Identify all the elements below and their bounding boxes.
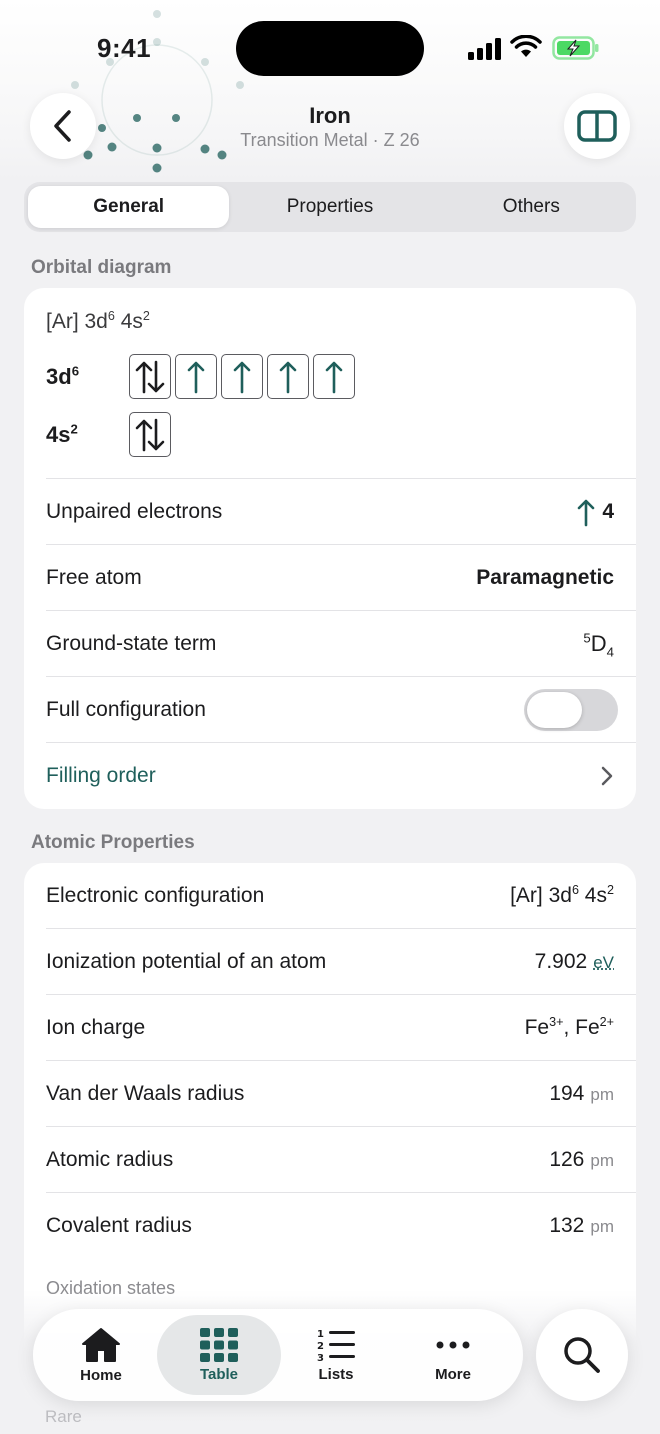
electronic-configuration-row: Electronic configuration [Ar] 3d6 4s2: [46, 863, 614, 929]
tab-lists[interactable]: 1 2 3 Lists: [276, 1309, 396, 1401]
orbital-box: [175, 354, 217, 399]
covalent-radius-row: Covalent radius 132 pm: [46, 1193, 614, 1259]
covalent-radius-value: 132 pm: [549, 1214, 614, 1237]
svg-text:3: 3: [317, 1353, 324, 1362]
unpaired-electrons-label: Unpaired electrons: [46, 500, 223, 523]
ion-charge-value: Fe3+, Fe2+: [524, 1015, 614, 1039]
orbital-boxes-3d: [129, 354, 355, 399]
split-view-icon: [577, 110, 617, 142]
wifi-icon: [510, 35, 542, 57]
up-down-arrows-icon: [135, 360, 165, 393]
search-button[interactable]: [536, 1309, 628, 1401]
van-der-waals-radius-value: 194 pm: [549, 1082, 614, 1105]
up-arrow-icon: [578, 499, 595, 527]
electronic-configuration-value: [Ar] 3d6 4s2: [510, 883, 614, 907]
tab-bar: Home Table 1 2 3 Lists More: [33, 1309, 523, 1401]
ground-state-term-value: 5D4: [583, 630, 614, 660]
orbital-box: [267, 354, 309, 399]
rare-label: Rare: [45, 1407, 82, 1426]
toggle-knob: [527, 692, 582, 728]
search-icon: [564, 1337, 600, 1373]
ion-charge-label: Ion charge: [46, 1016, 146, 1039]
up-arrow-icon: [187, 361, 205, 393]
tab-general[interactable]: General: [28, 186, 230, 228]
house-icon: [82, 1327, 120, 1362]
van-der-waals-radius-label: Van der Waals radius: [46, 1082, 245, 1105]
free-atom-value: Paramagnetic: [476, 566, 614, 589]
unpaired-electrons-row: Unpaired electrons 4: [46, 479, 614, 545]
numbered-list-icon: 1 2 3: [317, 1329, 355, 1362]
full-configuration-row: Full configuration: [46, 677, 618, 743]
page-title: Iron: [309, 103, 351, 128]
ellipsis-icon: [436, 1341, 470, 1348]
svg-text:1: 1: [317, 1329, 324, 1340]
orbital-box: [129, 354, 171, 399]
ionization-unit-link[interactable]: eV: [593, 953, 614, 973]
orbital-box: [313, 354, 355, 399]
page-subtitle: Transition Metal · Z 26: [240, 130, 420, 150]
unpaired-electrons-value: 4: [576, 497, 614, 527]
orbital-boxes-4s: [129, 412, 171, 457]
ground-state-term-row: Ground-state term 5D4: [46, 611, 614, 677]
filling-order-link[interactable]: Filling order: [46, 764, 156, 788]
orbital-label-3d: 3d6: [46, 363, 80, 389]
up-down-arrows-icon: [135, 418, 165, 451]
ionization-potential-label: Ionization potential of an atom: [46, 950, 327, 973]
atomic-radius-label: Atomic radius: [46, 1148, 174, 1171]
orbital-section-title: Orbital diagram: [31, 257, 172, 278]
svg-text:2: 2: [317, 1341, 324, 1352]
battery-charging-icon: [552, 36, 599, 60]
orbital-box: [221, 354, 263, 399]
grid-icon: [200, 1327, 238, 1362]
status-time: 9:41: [97, 33, 152, 63]
filling-order-row[interactable]: Filling order: [46, 743, 614, 809]
electronic-configuration-label: Electronic configuration: [46, 884, 265, 907]
covalent-radius-label: Covalent radius: [46, 1214, 192, 1237]
segmented-tabs: General Properties Others: [24, 182, 636, 232]
tab-others[interactable]: Others: [431, 186, 632, 228]
chevron-right-icon: [601, 766, 613, 786]
tab-home[interactable]: Home: [41, 1309, 161, 1401]
atomic-radius-value: 126 pm: [549, 1148, 614, 1171]
dynamic-island: [236, 21, 424, 76]
atomic-radius-row: Atomic radius 126 pm: [46, 1127, 614, 1193]
orbital-card: [Ar] 3d6 4s2 3d6 4s2 Unpaired electrons …: [24, 288, 636, 809]
full-configuration-toggle[interactable]: [524, 689, 618, 731]
cellular-signal-icon: [468, 38, 501, 60]
free-atom-label: Free atom: [46, 566, 142, 589]
ionization-potential-row: Ionization potential of an atom 7.902 eV: [46, 929, 614, 995]
ionization-potential-value: 7.902 eV: [534, 950, 614, 973]
up-arrow-icon: [325, 361, 343, 393]
full-configuration-label: Full configuration: [46, 698, 206, 721]
up-arrow-icon: [279, 361, 297, 393]
orbital-label-4s: 4s2: [46, 421, 78, 447]
split-view-button[interactable]: [564, 93, 630, 159]
orbital-box: [129, 412, 171, 457]
tab-properties[interactable]: Properties: [229, 186, 430, 228]
van-der-waals-radius-row: Van der Waals radius 194 pm: [46, 1061, 614, 1127]
ion-charge-row: Ion charge Fe3+, Fe2+: [46, 995, 614, 1061]
tab-table[interactable]: Table: [157, 1315, 281, 1395]
tab-more[interactable]: More: [393, 1309, 513, 1401]
atomic-section-title: Atomic Properties: [31, 832, 195, 853]
up-arrow-icon: [233, 361, 251, 393]
status-bar: 9:41: [0, 0, 660, 90]
ground-state-term-label: Ground-state term: [46, 632, 217, 655]
free-atom-row: Free atom Paramagnetic: [46, 545, 614, 611]
orbital-config-text: [Ar] 3d6 4s2: [46, 309, 150, 333]
